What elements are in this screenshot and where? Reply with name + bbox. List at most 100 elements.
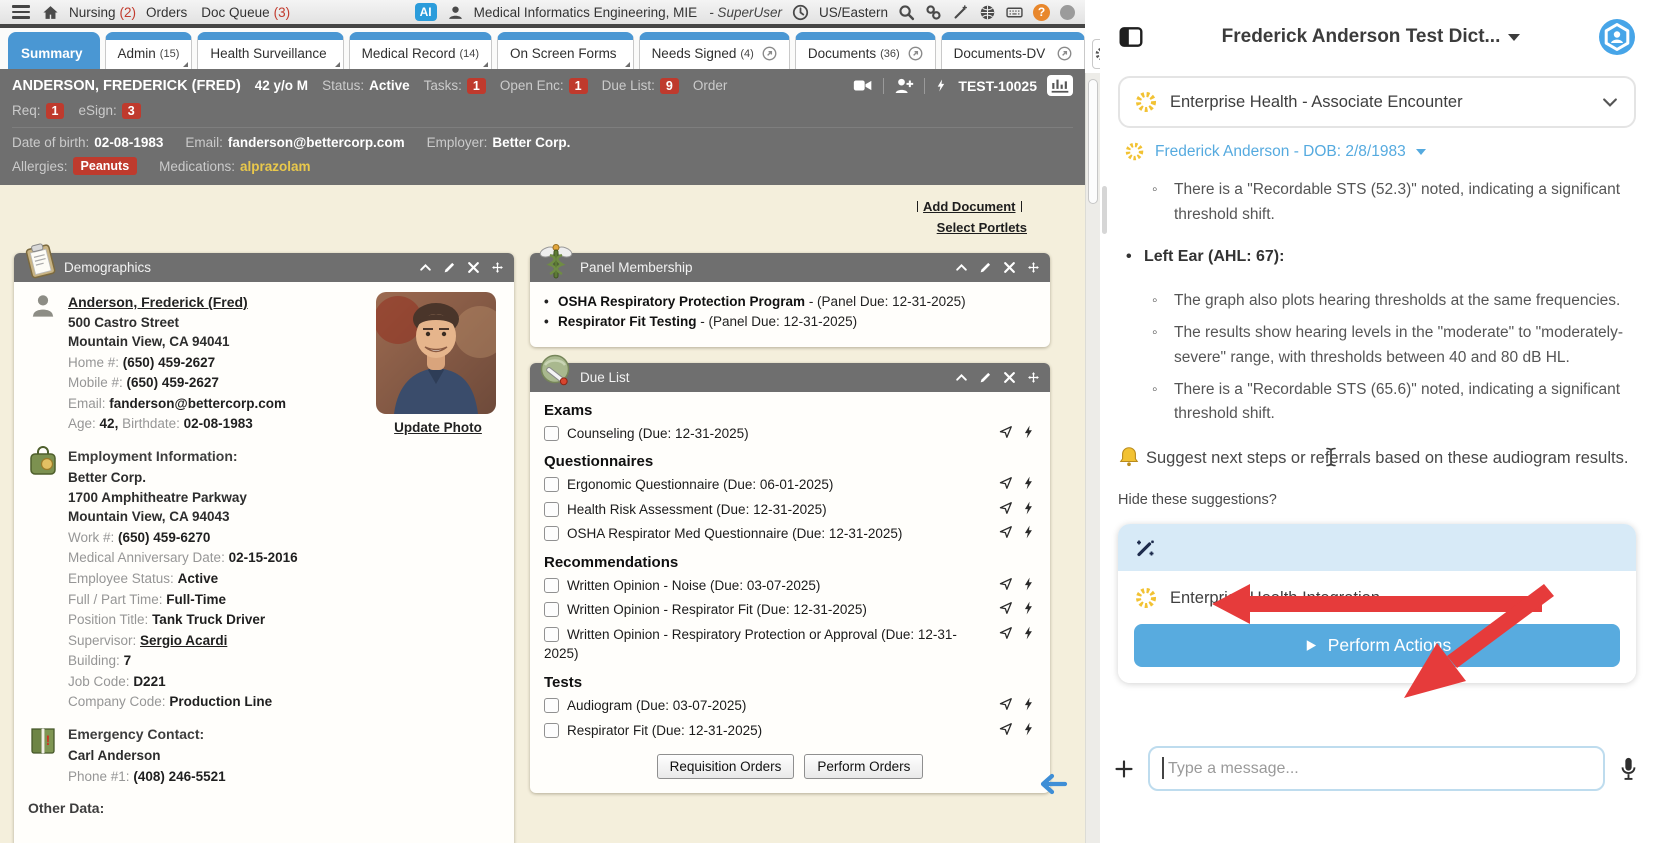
hamburger-menu-icon[interactable] — [10, 3, 32, 21]
collapse-panel-arrow[interactable] — [1038, 772, 1068, 796]
select-portlets-link[interactable]: Select Portlets — [937, 220, 1027, 235]
edit-icon[interactable] — [979, 261, 992, 274]
flowsheet-chart-icon[interactable] — [1047, 75, 1073, 96]
req-count-badge[interactable]: 1 — [46, 103, 65, 119]
help-icon[interactable]: ? — [1033, 4, 1050, 21]
close-icon[interactable] — [1003, 371, 1016, 384]
checkbox[interactable] — [544, 426, 559, 441]
open-enc-count-badge[interactable]: 1 — [569, 78, 588, 94]
send-icon[interactable] — [999, 476, 1013, 490]
encounter-card[interactable]: Enterprise Health - Associate Encounter — [1118, 76, 1636, 128]
checkbox[interactable] — [544, 578, 559, 593]
perform-bolt-icon[interactable] — [1022, 577, 1036, 591]
enterprise-health-logo[interactable] — [1598, 18, 1636, 56]
allergy-badge[interactable]: Peanuts — [73, 157, 138, 175]
perform-orders-button[interactable]: Perform Orders — [804, 754, 923, 779]
checkbox[interactable] — [544, 502, 559, 517]
close-icon[interactable] — [1003, 261, 1016, 274]
wand-icon[interactable] — [952, 4, 969, 21]
esign-count-badge[interactable]: 3 — [122, 103, 141, 119]
scrollbar-thumb[interactable] — [1088, 79, 1098, 204]
send-icon[interactable] — [999, 626, 1013, 640]
tab-dropdown-corner — [335, 62, 340, 67]
tab[interactable]: Documents-DV — [941, 32, 1086, 69]
collapse-icon[interactable] — [955, 261, 968, 274]
perform-bolt-icon[interactable] — [1022, 525, 1036, 539]
add-document-link[interactable]: Add Document — [923, 199, 1015, 214]
microphone-icon[interactable] — [1619, 756, 1638, 782]
send-icon[interactable] — [999, 722, 1013, 736]
hide-suggestions-link[interactable]: Hide these suggestions? — [1118, 492, 1636, 508]
send-icon[interactable] — [999, 425, 1013, 439]
send-icon[interactable] — [999, 697, 1013, 711]
tasks-count-badge[interactable]: 1 — [467, 78, 486, 94]
tab[interactable]: Health Surveillance — [197, 32, 343, 69]
perform-bolt-icon[interactable] — [1022, 601, 1036, 615]
add-person-icon[interactable] — [894, 77, 914, 94]
message-input[interactable] — [1148, 746, 1605, 791]
ai-badge[interactable]: AI — [415, 3, 437, 21]
external-link-icon[interactable] — [762, 46, 777, 61]
requisition-orders-button[interactable]: Requisition Orders — [657, 754, 795, 779]
collapse-icon[interactable] — [955, 371, 968, 384]
perform-bolt-icon[interactable] — [1022, 626, 1036, 640]
tab[interactable]: Documents (36) — [795, 32, 936, 69]
globe-icon[interactable] — [979, 4, 996, 21]
checkbox[interactable] — [544, 526, 559, 541]
clock-icon[interactable] — [792, 4, 809, 21]
chevron-down-icon[interactable] — [1600, 92, 1620, 112]
collapse-icon[interactable] — [419, 261, 432, 274]
edit-icon[interactable] — [979, 371, 992, 384]
checkbox[interactable] — [544, 723, 559, 738]
plus-icon[interactable] — [1114, 759, 1134, 779]
tab[interactable]: Admin (15) — [105, 32, 193, 69]
checkbox[interactable] — [544, 698, 559, 713]
search-icon[interactable] — [898, 4, 915, 21]
external-link-icon[interactable] — [1057, 46, 1072, 61]
panel-scrollbar-thumb[interactable] — [1102, 186, 1107, 234]
perform-bolt-icon[interactable] — [1022, 501, 1036, 515]
navbar-menu-item[interactable]: Nursing (2) — [69, 5, 136, 20]
keyboard-icon[interactable] — [1006, 4, 1023, 21]
tab[interactable]: On Screen Forms — [497, 32, 634, 69]
tab[interactable]: Summary — [8, 32, 100, 69]
conversation-selector[interactable]: Frederick Anderson Test Dict... — [1144, 26, 1598, 48]
perform-actions-button[interactable]: Perform Actions — [1134, 624, 1620, 667]
perform-bolt-icon[interactable] — [1022, 722, 1036, 736]
home-icon[interactable] — [42, 4, 59, 21]
patient-context-link[interactable]: Frederick Anderson - DOB: 2/8/1983 — [1124, 141, 1636, 162]
external-link-icon[interactable] — [908, 46, 923, 61]
move-icon[interactable] — [1027, 371, 1040, 384]
send-icon[interactable] — [999, 577, 1013, 591]
navbar-menu-item[interactable]: Doc Queue (3) — [201, 5, 290, 20]
tab[interactable]: Needs Signed (4) — [639, 32, 790, 69]
close-icon[interactable] — [467, 261, 480, 274]
checkbox[interactable] — [544, 627, 559, 642]
checkbox[interactable] — [544, 602, 559, 617]
patient-name-link[interactable]: Anderson, Frederick (Fred) — [68, 294, 248, 310]
checkbox[interactable] — [544, 477, 559, 492]
send-icon[interactable] — [999, 501, 1013, 515]
lightning-icon[interactable] — [935, 77, 948, 94]
move-icon[interactable] — [491, 261, 504, 274]
panel-toggle-icon[interactable] — [1118, 24, 1144, 50]
video-camera-icon[interactable] — [853, 77, 873, 94]
medication-value[interactable]: alprazolam — [240, 159, 311, 174]
chart-id[interactable]: TEST-10025 — [958, 78, 1037, 94]
move-icon[interactable] — [1027, 261, 1040, 274]
update-photo-link[interactable]: Update Photo — [394, 420, 482, 435]
navbar-item-count: (2) — [120, 5, 137, 20]
tab[interactable]: Medical Record (14) — [349, 32, 492, 69]
send-icon[interactable] — [999, 601, 1013, 615]
navbar-menu-item[interactable]: Orders — [146, 5, 191, 20]
edit-icon[interactable] — [443, 261, 456, 274]
link-icon[interactable] — [925, 4, 942, 21]
patient-photo[interactable] — [376, 292, 496, 414]
order-link[interactable]: Order — [693, 78, 728, 93]
perform-bolt-icon[interactable] — [1022, 425, 1036, 439]
perform-bolt-icon[interactable] — [1022, 476, 1036, 490]
perform-bolt-icon[interactable] — [1022, 697, 1036, 711]
send-icon[interactable] — [999, 525, 1013, 539]
due-list-count-badge[interactable]: 9 — [660, 78, 679, 94]
medications-label: Medications: — [159, 159, 235, 174]
